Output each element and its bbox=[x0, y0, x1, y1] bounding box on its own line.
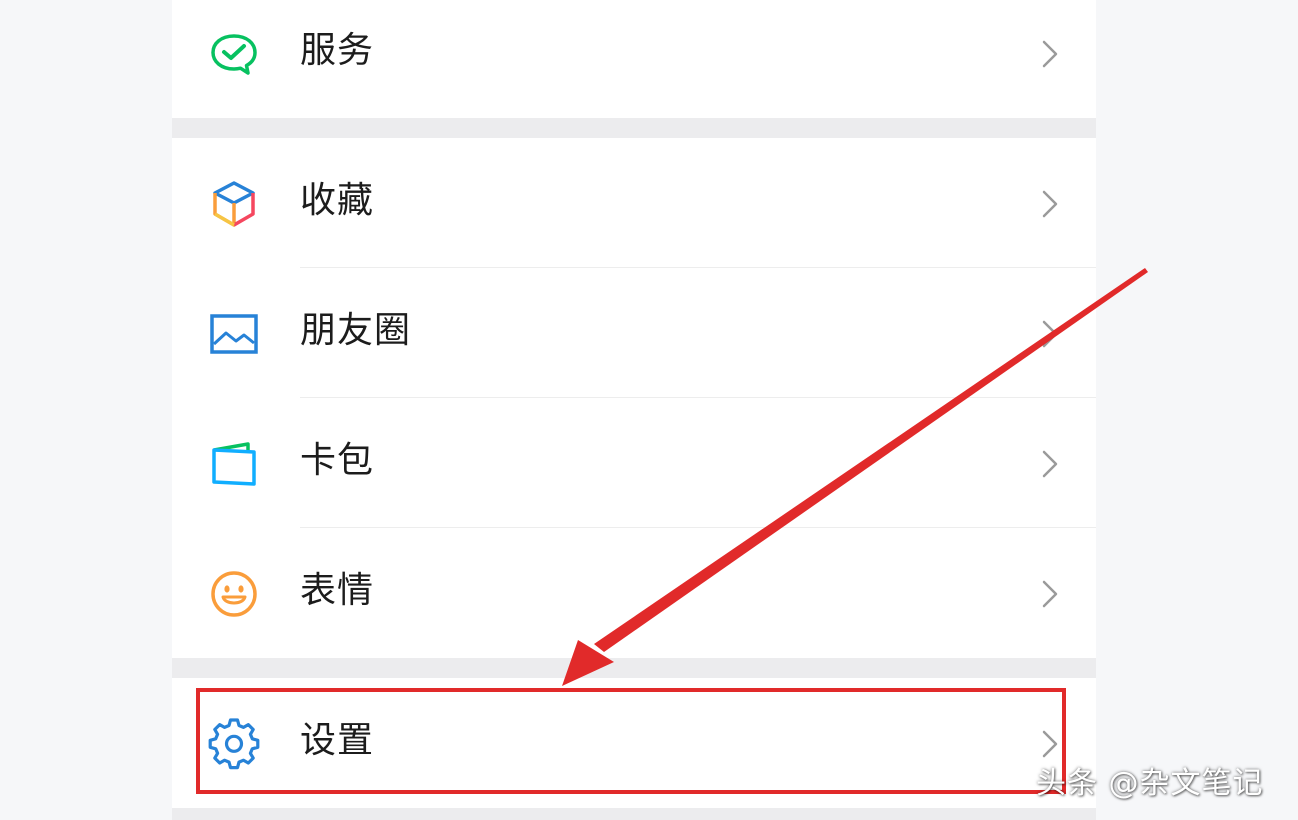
cube-icon bbox=[208, 178, 260, 230]
section-gap bbox=[172, 118, 1096, 138]
menu-item-label: 收藏 bbox=[300, 180, 375, 221]
menu-item-moments[interactable]: 朋友圈 bbox=[172, 268, 1096, 398]
chevron-right-icon bbox=[1038, 188, 1062, 220]
watermark: 头条 @杂文笔记 bbox=[1036, 766, 1264, 801]
menu-item-favorites[interactable]: 收藏 bbox=[172, 138, 1096, 268]
gear-icon bbox=[208, 718, 260, 770]
menu-item-settings[interactable]: 设置 bbox=[172, 678, 1096, 808]
chevron-right-icon bbox=[1038, 578, 1062, 610]
chevron-right-icon bbox=[1038, 38, 1062, 70]
menu-item-label: 朋友圈 bbox=[300, 310, 412, 351]
smiley-icon bbox=[208, 568, 260, 620]
menu-item-services[interactable]: 服务 bbox=[172, 0, 1096, 118]
menu-item-label: 表情 bbox=[300, 570, 375, 611]
menu-item-label: 设置 bbox=[300, 720, 375, 761]
chevron-right-icon bbox=[1038, 448, 1062, 480]
chevron-right-icon bbox=[1038, 728, 1062, 760]
chevron-right-icon bbox=[1038, 318, 1062, 350]
menu-item-card-wallet[interactable]: 卡包 bbox=[172, 398, 1096, 528]
menu-item-stickers[interactable]: 表情 bbox=[172, 528, 1096, 658]
menu-item-label: 服务 bbox=[300, 30, 375, 71]
card-wallet-icon bbox=[208, 438, 260, 490]
wechat-pay-icon bbox=[208, 28, 260, 80]
menu-item-label: 卡包 bbox=[300, 440, 375, 481]
photo-album-icon bbox=[208, 308, 260, 360]
section-gap bbox=[172, 658, 1096, 678]
section-gap bbox=[172, 808, 1096, 820]
